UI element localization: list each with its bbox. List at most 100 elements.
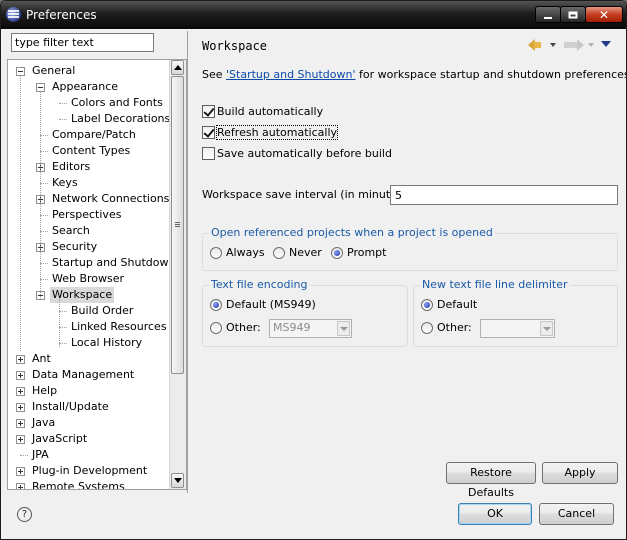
tree-item[interactable]: Content Types xyxy=(50,143,132,159)
tree-item[interactable]: Search xyxy=(50,223,92,239)
tree-expander-icon[interactable] xyxy=(16,355,25,364)
prompt-radio[interactable] xyxy=(331,247,343,259)
encoding-default-label[interactable]: Default (MS949) xyxy=(226,298,316,311)
encoding-other-value: MS949 xyxy=(273,321,311,334)
scroll-up-button[interactable] xyxy=(171,60,184,75)
build-automatically-label[interactable]: Build automatically xyxy=(217,105,323,118)
restore-defaults-button[interactable]: Restore Defaults xyxy=(446,462,536,499)
text-file-encoding-title: Text file encoding xyxy=(209,278,310,291)
tree-item[interactable]: Plug-in Development xyxy=(30,463,149,479)
preference-page: Workspace See 'Startup and Shutdown' for… xyxy=(188,31,627,499)
tree-connector xyxy=(59,327,67,328)
tree-item[interactable]: General xyxy=(30,63,77,79)
tree-item[interactable]: Ant xyxy=(30,351,53,367)
tree-item[interactable]: Linked Resources xyxy=(69,319,169,335)
forward-arrow-icon[interactable] xyxy=(564,39,584,51)
delimiter-default-label[interactable]: Default xyxy=(437,298,477,311)
refresh-automatically-label[interactable]: Refresh automatically xyxy=(215,125,339,140)
tree-expander-icon[interactable] xyxy=(16,419,25,428)
tree-item[interactable]: Help xyxy=(30,383,59,399)
tree-expander-icon[interactable] xyxy=(16,403,25,412)
page-title: Workspace xyxy=(202,39,268,53)
view-menu-icon[interactable] xyxy=(601,41,611,47)
scroll-down-button[interactable] xyxy=(171,473,184,488)
line-delimiter-title: New text file line delimiter xyxy=(420,278,570,291)
delimiter-other-label[interactable]: Other: xyxy=(437,321,472,334)
preference-tree[interactable]: General Appearance Colors and Fonts Label D… xyxy=(7,59,187,490)
tree-expander-icon[interactable] xyxy=(16,371,25,380)
tree-item[interactable]: Compare/Patch xyxy=(50,127,138,143)
tree-expander-icon[interactable] xyxy=(16,435,25,444)
dropdown-arrow-icon[interactable] xyxy=(337,321,350,336)
save-before-build-checkbox[interactable] xyxy=(202,147,215,160)
tree-connector xyxy=(40,91,41,299)
tree-item[interactable]: Editors xyxy=(50,159,92,175)
maximize-icon xyxy=(568,11,578,18)
refresh-automatically-checkbox[interactable] xyxy=(202,126,215,139)
tree-connector xyxy=(59,103,67,104)
delimiter-other-combo[interactable] xyxy=(480,319,555,338)
encoding-other-combo[interactable]: MS949 xyxy=(269,319,352,338)
tree-item[interactable]: Build Order xyxy=(69,303,135,319)
tree-connector xyxy=(40,135,48,136)
tree-item[interactable]: Java xyxy=(30,415,57,431)
tree-item[interactable]: Security xyxy=(50,239,99,255)
help-icon[interactable]: ? xyxy=(17,507,32,522)
tree-item[interactable]: Startup and Shutdown xyxy=(50,255,177,271)
tree-item[interactable]: Data Management xyxy=(30,367,136,383)
preferences-window: Preferences ✕ GeneralAppearanceColors an… xyxy=(0,0,627,540)
apply-button[interactable]: Apply xyxy=(542,462,618,484)
tree-item[interactable]: Remote Systems xyxy=(30,479,127,489)
never-radio[interactable] xyxy=(273,247,285,259)
always-label[interactable]: Always xyxy=(226,246,265,259)
build-automatically-checkbox[interactable] xyxy=(202,105,215,118)
prompt-label[interactable]: Prompt xyxy=(347,246,386,259)
tree-item[interactable]: Web Browser xyxy=(50,271,126,287)
tree-connector xyxy=(20,75,21,351)
dropdown-arrow-icon[interactable] xyxy=(540,321,553,336)
close-button[interactable]: ✕ xyxy=(585,6,623,23)
save-interval-input[interactable] xyxy=(390,185,618,205)
title-bar[interactable]: Preferences ✕ xyxy=(1,1,626,29)
delimiter-other-radio[interactable] xyxy=(421,322,433,334)
startup-shutdown-link[interactable]: 'Startup and Shutdown' xyxy=(226,68,355,81)
tree-item[interactable]: Keys xyxy=(50,175,80,191)
tree-item[interactable]: Install/Update xyxy=(30,399,111,415)
open-referenced-projects-group: Open referenced projects when a project … xyxy=(202,226,618,271)
back-arrow-icon[interactable] xyxy=(528,39,541,51)
window-title: Preferences xyxy=(26,8,97,22)
cancel-button[interactable]: Cancel xyxy=(539,503,614,525)
see-suffix: for workspace startup and shutdown prefe… xyxy=(355,68,627,81)
back-history-dropdown-icon[interactable] xyxy=(550,43,556,47)
encoding-other-radio[interactable] xyxy=(210,322,222,334)
encoding-default-radio[interactable] xyxy=(210,299,222,311)
tree-scrollbar[interactable] xyxy=(169,60,186,489)
tree-expander-icon[interactable] xyxy=(16,387,25,396)
tree-item[interactable]: Appearance xyxy=(50,79,120,95)
tree-connector xyxy=(40,215,48,216)
scroll-thumb[interactable] xyxy=(171,76,184,374)
never-label[interactable]: Never xyxy=(289,246,322,259)
tree-expander-icon[interactable] xyxy=(16,467,25,476)
tree-item[interactable]: Label Decorations xyxy=(69,111,172,127)
tree-connector xyxy=(59,119,67,120)
minimize-icon xyxy=(544,17,552,19)
ok-button[interactable]: OK xyxy=(458,503,532,525)
maximize-button[interactable] xyxy=(560,6,586,23)
tree-item[interactable]: Local History xyxy=(69,335,144,351)
delimiter-default-radio[interactable] xyxy=(421,299,433,311)
tree-item[interactable]: Colors and Fonts xyxy=(69,95,165,111)
tree-item[interactable]: JavaScript xyxy=(30,431,89,447)
minimize-button[interactable] xyxy=(535,6,561,23)
open-referenced-projects-title: Open referenced projects when a project … xyxy=(209,226,495,239)
tree-expander-icon[interactable] xyxy=(16,483,25,489)
close-icon: ✕ xyxy=(598,7,610,22)
tree-item[interactable]: Perspectives xyxy=(50,207,123,223)
tree-item[interactable]: JPA xyxy=(30,447,51,463)
filter-input[interactable] xyxy=(11,33,154,52)
save-before-build-label[interactable]: Save automatically before build xyxy=(217,147,392,160)
always-radio[interactable] xyxy=(210,247,222,259)
encoding-other-label[interactable]: Other: xyxy=(226,321,261,334)
tree-item[interactable]: Network Connections xyxy=(50,191,171,207)
forward-history-dropdown-icon[interactable] xyxy=(588,43,594,47)
